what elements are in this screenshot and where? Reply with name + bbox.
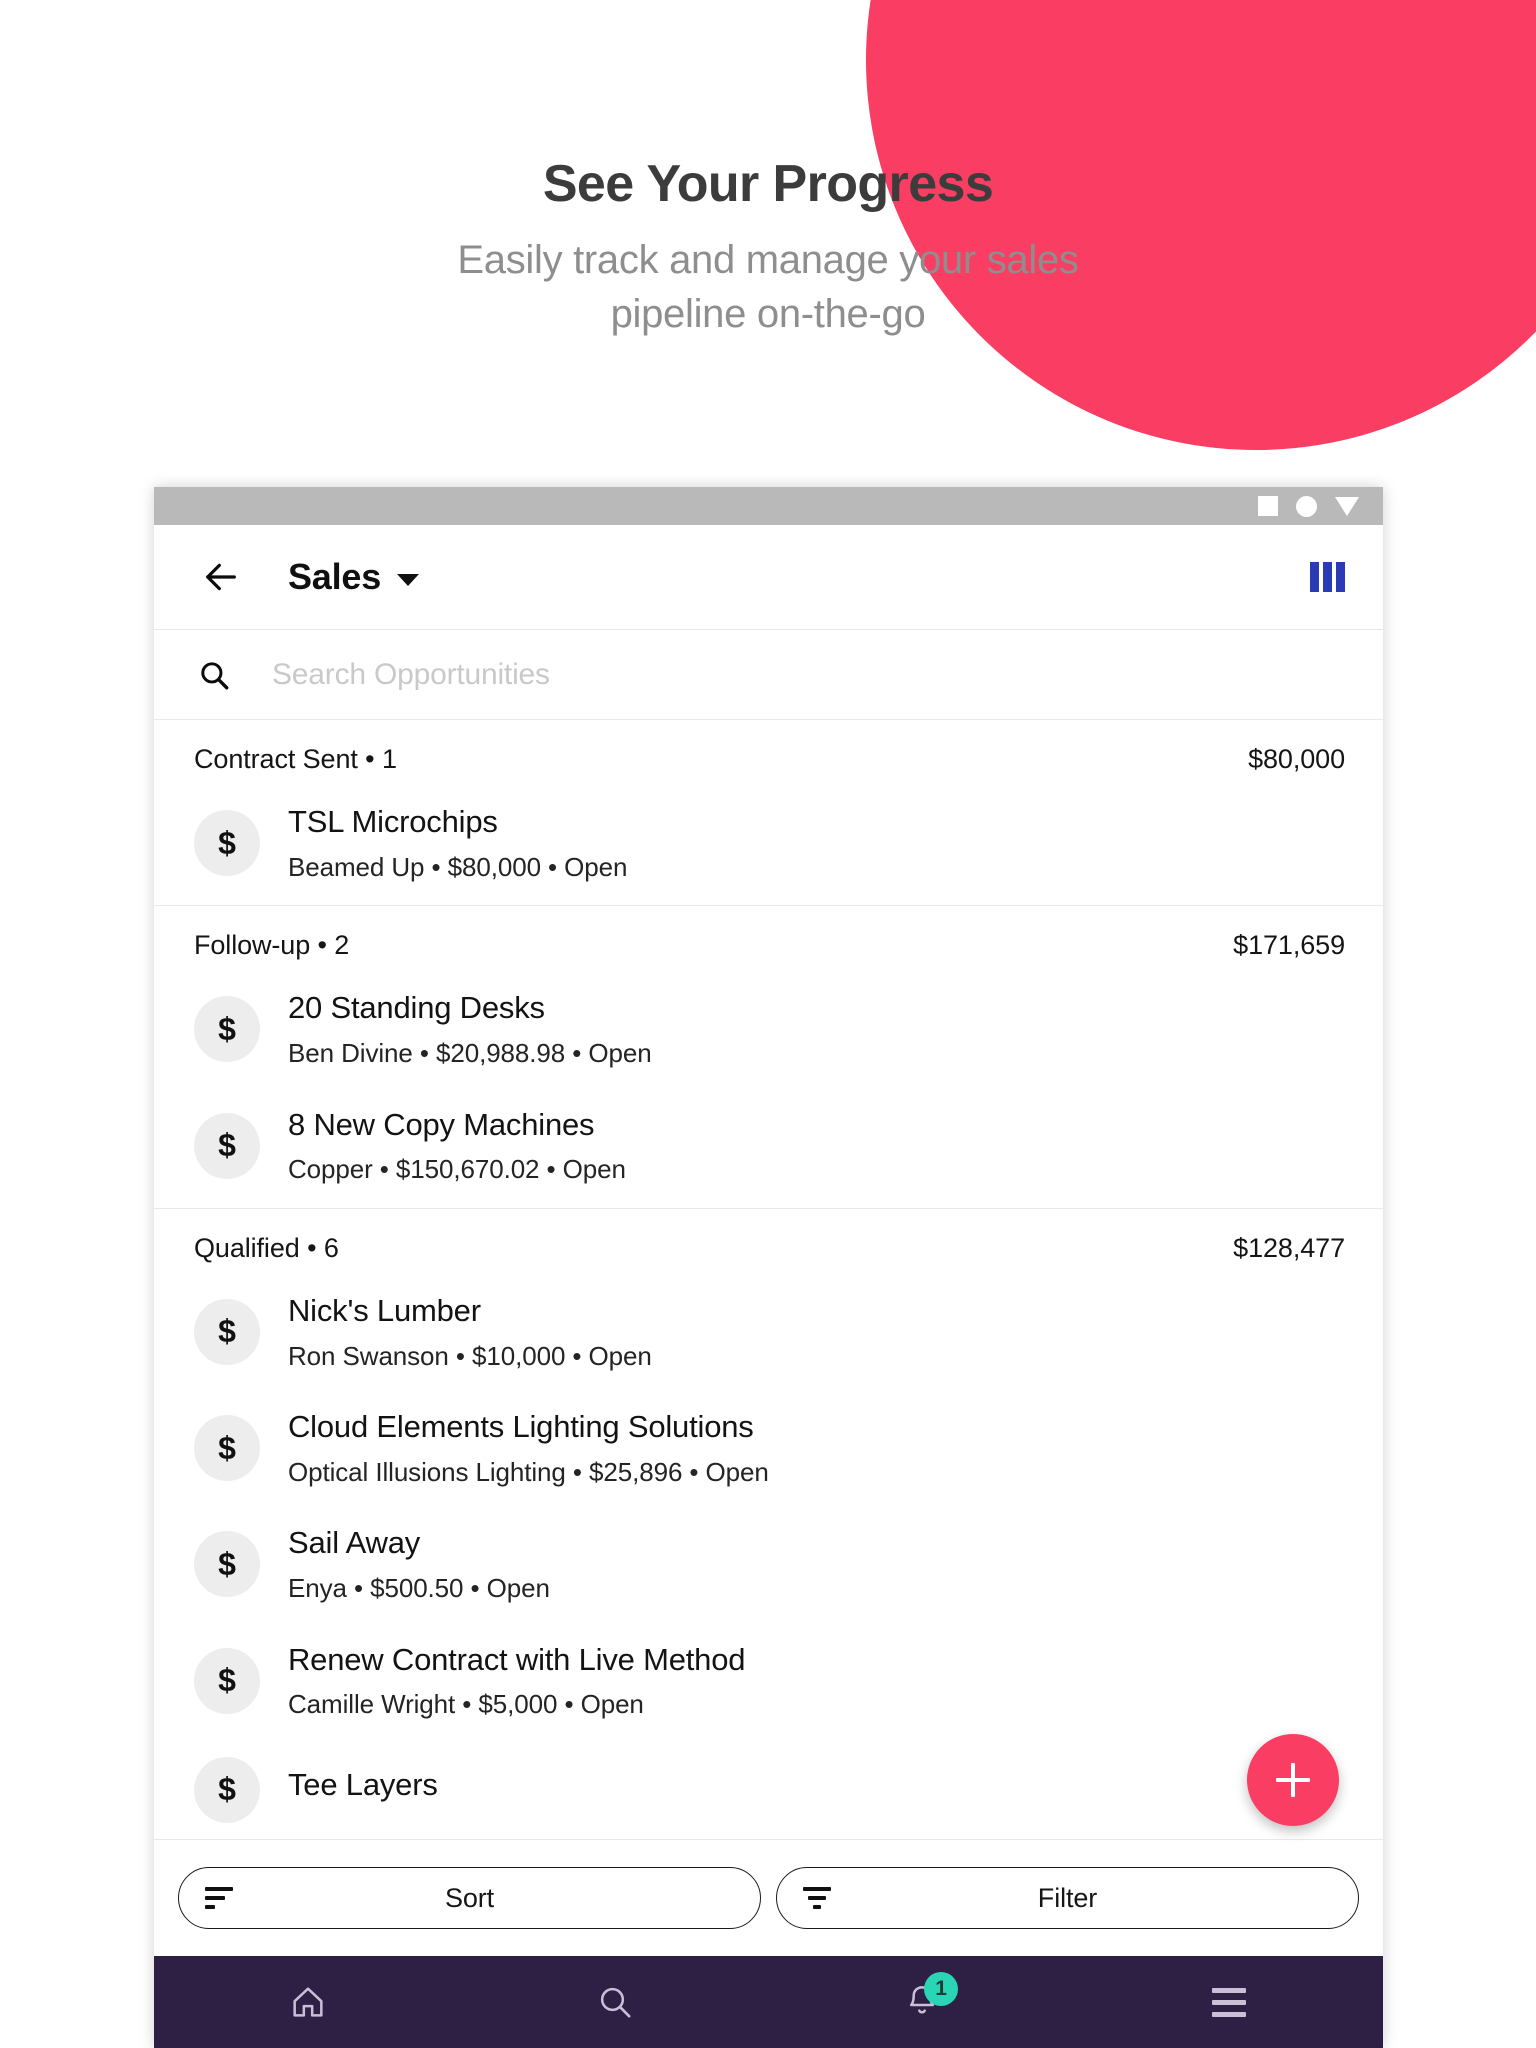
search-icon <box>600 1987 631 2018</box>
avatar: $ <box>194 1756 260 1823</box>
list-item-title: 20 Standing Desks <box>288 990 545 1026</box>
group-total: $128,477 <box>1233 1232 1345 1263</box>
phone-mockup: Sales Search Opportunities Contract Sent… <box>154 487 1383 2048</box>
list-item[interactable]: $ Nick's Lumber Ron Swanson • $10,000 • … <box>154 1278 1383 1394</box>
opportunity-list[interactable]: Contract Sent • 1 $80,000 $ TSL Microchi… <box>154 720 1383 1839</box>
triangle-down-icon <box>1335 496 1359 516</box>
opportunity-group: Qualified • 6 $128,477 $ Nick's Lumber R… <box>154 1209 1383 1839</box>
group-label: Contract Sent • 1 <box>194 744 397 774</box>
group-header[interactable]: Follow-up • 2 $171,659 <box>154 906 1383 975</box>
sort-button-label: Sort <box>444 1882 495 1913</box>
list-item-text: 20 Standing Desks Ben Divine • $20,988.9… <box>288 989 652 1069</box>
nav-item-notifications[interactable]: 1 <box>769 1956 1076 2048</box>
home-icon <box>293 1987 323 2017</box>
list-item[interactable]: $ 20 Standing Desks Ben Divine • $20,988… <box>154 975 1383 1091</box>
sort-filter-bar: Sort Filter <box>154 1839 1383 1956</box>
avatar: $ <box>194 1298 260 1365</box>
kanban-columns-icon[interactable] <box>1310 562 1345 592</box>
filter-button[interactable]: Filter <box>776 1867 1359 1929</box>
list-item[interactable]: $ Cloud Elements Lighting Solutions Opti… <box>154 1394 1383 1510</box>
list-item[interactable]: $ TSL Microchips Beamed Up • $80,000 • O… <box>154 789 1383 905</box>
list-view-selector[interactable]: Sales <box>288 556 420 598</box>
sort-button[interactable]: Sort <box>178 1867 761 1929</box>
avatar: $ <box>194 1647 260 1714</box>
list-item-subtitle: Beamed Up • $80,000 • Open <box>288 851 628 882</box>
back-button[interactable] <box>194 550 248 604</box>
list-item-title: Cloud Elements Lighting Solutions <box>288 1409 754 1444</box>
bottom-navigation: 1 <box>154 1956 1383 2048</box>
page-title: See Your Progress <box>542 155 994 213</box>
list-item-text: Sail Away Enya • $500.50 • Open <box>288 1524 550 1604</box>
group-header[interactable]: Qualified • 6 $128,477 <box>154 1209 1383 1278</box>
promo-subtitle-line-1: Easily track and manage your sales <box>457 238 1079 283</box>
list-item-subtitle: Copper • $150,670.02 • Open <box>288 1154 626 1185</box>
list-item-title: Tee Layers <box>288 1766 438 1802</box>
menu-icon <box>1212 1987 1247 2017</box>
promo-subtitle: Easily track and manage your sales pipel… <box>0 233 1536 341</box>
search-input[interactable]: Search Opportunities <box>272 658 550 692</box>
nav-item-search[interactable] <box>461 1956 768 2048</box>
group-label: Qualified • 6 <box>194 1232 339 1263</box>
list-item-text: 8 New Copy Machines Copper • $150,670.02… <box>288 1106 626 1186</box>
list-item-title: 8 New Copy Machines <box>288 1106 595 1142</box>
list-item-text: Cloud Elements Lighting Solutions Optica… <box>288 1408 769 1488</box>
opportunity-group: Contract Sent • 1 $80,000 $ TSL Microchi… <box>154 720 1383 907</box>
list-item-subtitle: Camille Wright • $5,000 • Open <box>288 1689 644 1720</box>
promo-subtitle-line-2: pipeline on-the-go <box>610 292 926 337</box>
filter-button-label: Filter <box>1037 1882 1098 1913</box>
promo-screenshot: See Your Progress Easily track and manag… <box>0 0 1536 2048</box>
group-header[interactable]: Contract Sent • 1 $80,000 <box>154 720 1383 789</box>
list-item-subtitle: Ron Swanson • $10,000 • Open <box>288 1340 652 1371</box>
filter-icon <box>803 1887 831 1909</box>
circle-icon <box>1296 495 1317 517</box>
list-item[interactable]: $ Sail Away Enya • $500.50 • Open <box>154 1510 1383 1626</box>
list-item-title: TSL Microchips <box>288 804 498 839</box>
app-bar: Sales <box>154 525 1383 630</box>
list-item-text: TSL Microchips Beamed Up • $80,000 • Ope… <box>288 803 627 883</box>
avatar: $ <box>194 1415 260 1482</box>
caret-down-icon <box>397 574 420 586</box>
list-item-text: Renew Contract with Live Method Camille … <box>288 1641 746 1721</box>
status-bar <box>154 487 1383 525</box>
group-total: $80,000 <box>1248 744 1345 774</box>
list-item-text: Nick's Lumber Ron Swanson • $10,000 • Op… <box>288 1292 652 1372</box>
list-item-subtitle: Optical Illusions Lighting • $25,896 • O… <box>288 1456 769 1487</box>
group-total: $171,659 <box>1233 930 1345 961</box>
list-item-text: Tee Layers <box>288 1766 438 1814</box>
sort-icon <box>205 1887 233 1909</box>
list-item-title: Renew Contract with Live Method <box>288 1641 746 1677</box>
list-item[interactable]: $ Renew Contract with Live Method Camill… <box>154 1627 1383 1743</box>
list-item[interactable]: $ Tee Layers <box>154 1743 1383 1839</box>
notification-badge: 1 <box>924 1972 959 2006</box>
search-bar[interactable]: Search Opportunities <box>154 630 1383 720</box>
arrow-left-icon <box>206 563 236 591</box>
list-item-subtitle: Enya • $500.50 • Open <box>288 1573 550 1603</box>
promo-text-block: See Your Progress Easily track and manag… <box>0 155 1536 341</box>
nav-item-home[interactable] <box>154 1956 461 2048</box>
square-icon <box>1258 496 1278 516</box>
avatar: $ <box>194 810 260 877</box>
avatar: $ <box>194 1112 260 1179</box>
app-bar-title: Sales <box>288 556 382 597</box>
avatar: $ <box>194 1531 260 1598</box>
list-item-subtitle: Ben Divine • $20,988.98 • Open <box>288 1038 652 1068</box>
search-icon <box>194 655 234 695</box>
add-opportunity-fab[interactable] <box>1247 1734 1339 1826</box>
group-label: Follow-up • 2 <box>194 930 350 961</box>
list-item-title: Sail Away <box>288 1525 421 1561</box>
opportunity-group: Follow-up • 2 $171,659 $ 20 Standing Des… <box>154 906 1383 1209</box>
avatar: $ <box>194 996 260 1063</box>
nav-item-menu[interactable] <box>1076 1956 1383 2048</box>
list-item-title: Nick's Lumber <box>288 1292 481 1328</box>
list-item[interactable]: $ 8 New Copy Machines Copper • $150,670.… <box>154 1092 1383 1208</box>
